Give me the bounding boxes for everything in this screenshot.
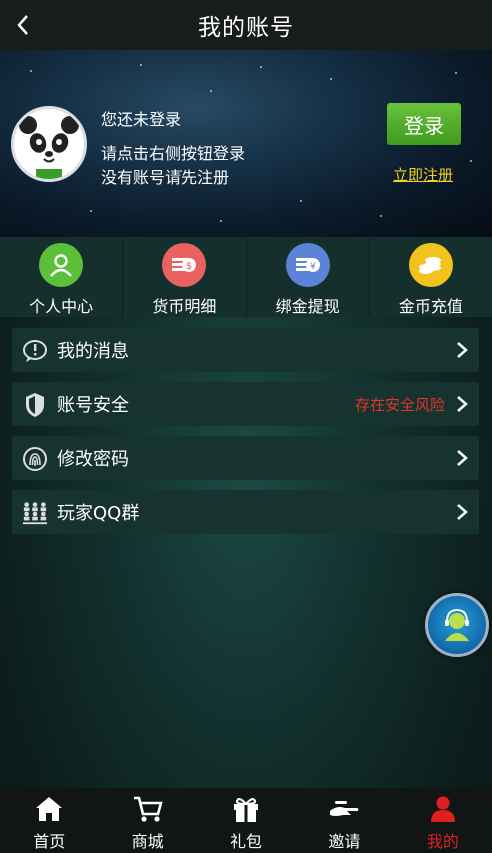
tab-invite[interactable]: 邀请 (295, 788, 393, 853)
tab-mall[interactable]: 商城 (98, 788, 196, 853)
quick-label: 货币明细 (152, 297, 217, 316)
tab-gift[interactable]: 礼包 (197, 788, 295, 853)
menu-label: 我的消息 (57, 341, 129, 362)
login-banner: 您还未登录 请点击右侧按钮登录 没有账号请先注册 登录 立即注册 (0, 50, 492, 237)
back-arrow-icon[interactable] (8, 10, 38, 40)
quick-label: 绑金提现 (275, 297, 340, 316)
person-icon (39, 243, 84, 287)
message-icon (22, 338, 48, 364)
fingerprint-icon (22, 446, 48, 472)
chevron-right-icon (457, 450, 468, 466)
headset-agent-icon (445, 608, 469, 641)
panda-avatar[interactable] (11, 106, 87, 182)
login-button[interactable]: 登录 (387, 103, 461, 145)
gift-icon (229, 794, 263, 824)
top-bar: 我的账号 (0, 0, 492, 50)
tab-home[interactable]: 首页 (0, 788, 98, 853)
menu-item-messages[interactable]: 我的消息 (12, 328, 479, 372)
tab-label: 我的 (426, 832, 459, 851)
group-icon (22, 500, 48, 526)
menu-item-qq-group[interactable]: 玩家QQ群 (12, 490, 479, 534)
menu-label: 账号安全 (57, 395, 129, 416)
menu-item-account-security[interactable]: 账号安全 存在安全风险 (12, 382, 479, 426)
security-risk-warning: 存在安全风险 (354, 395, 445, 414)
quick-item-recharge[interactable]: 金币充值 (370, 237, 492, 317)
menu-label: 修改密码 (57, 449, 129, 470)
tab-label: 首页 (33, 832, 66, 851)
tab-label: 邀请 (328, 832, 361, 851)
quick-item-withdraw[interactable]: ¥ 绑金提现 (247, 237, 370, 317)
shield-icon (22, 392, 48, 418)
tab-mine[interactable]: 我的 (394, 788, 492, 853)
login-hint-text: 请点击右侧按钮登录 (101, 144, 246, 163)
register-link[interactable]: 立即注册 (393, 164, 453, 185)
svg-text:¥: ¥ (310, 262, 316, 272)
login-status-text: 您还未登录 (101, 110, 182, 129)
quick-item-personal-center[interactable]: 个人中心 (0, 237, 124, 317)
svg-text:$: $ (186, 261, 192, 272)
withdraw-icon: ¥ (285, 243, 330, 287)
chevron-right-icon (457, 504, 468, 520)
money-stack-icon: $ (162, 243, 207, 287)
cart-icon (131, 794, 165, 824)
quick-label: 个人中心 (29, 297, 94, 316)
customer-service-button[interactable] (425, 593, 489, 657)
register-hint-text: 没有账号请先注册 (101, 168, 230, 187)
tab-label: 礼包 (230, 832, 263, 851)
coins-icon (408, 243, 453, 287)
menu-label: 玩家QQ群 (57, 503, 140, 524)
quick-label: 金币充值 (398, 297, 463, 316)
quick-actions: 个人中心 $ 货币明细 ¥ 绑金提现 金币充值 (0, 237, 492, 317)
user-icon (426, 794, 460, 824)
bottom-tab-bar: 首页 商城 礼包 邀请 我的 (0, 788, 492, 853)
quick-item-currency-detail[interactable]: $ 货币明细 (123, 237, 247, 317)
chevron-right-icon (457, 342, 468, 358)
chevron-right-icon (457, 396, 468, 412)
page-title: 我的账号 (198, 15, 294, 41)
tab-label: 商城 (131, 832, 164, 851)
menu-item-change-password[interactable]: 修改密码 (12, 436, 479, 480)
home-icon (32, 794, 66, 824)
invite-icon (327, 794, 361, 824)
